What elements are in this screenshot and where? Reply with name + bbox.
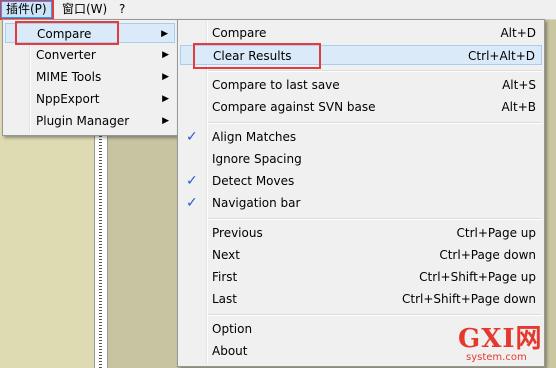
triangle-right-icon: ▶ <box>161 29 168 39</box>
menu-item-label: Compare <box>212 26 267 40</box>
menu-item-shortcut: Ctrl+Shift+Page up <box>419 270 536 284</box>
menu-item-shortcut: Alt+B <box>501 100 536 114</box>
watermark-text: GXI网 <box>458 324 543 354</box>
menu-separator <box>208 218 542 220</box>
compare-item-svn-base[interactable]: Compare against SVN base Alt+B <box>180 97 542 117</box>
menu-plugins[interactable]: 插件(P) <box>0 0 54 20</box>
compare-item-last[interactable]: Last Ctrl+Shift+Page down <box>180 289 542 309</box>
menu-separator <box>208 314 542 316</box>
plugin-item-nppexport[interactable]: NppExport ▶ <box>5 89 175 109</box>
menu-item-label: Navigation bar <box>212 196 301 210</box>
compare-item-first[interactable]: First Ctrl+Shift+Page up <box>180 267 542 287</box>
plugin-item-label: MIME Tools <box>36 70 102 84</box>
checkmark-icon: ✓ <box>186 173 198 189</box>
compare-item-align-matches[interactable]: ✓ Align Matches <box>180 127 542 147</box>
menu-item-label: About <box>212 344 248 358</box>
menu-item-shortcut: Ctrl+Shift+Page down <box>402 292 536 306</box>
triangle-right-icon: ▶ <box>162 116 169 126</box>
plugin-item-label: Converter <box>36 48 96 62</box>
menu-item-shortcut: Ctrl+Alt+D <box>468 49 535 63</box>
triangle-right-icon: ▶ <box>162 94 169 104</box>
menu-item-label: Next <box>212 248 240 262</box>
menu-item-label: Compare to last save <box>212 78 340 92</box>
menu-separator <box>208 70 542 72</box>
menu-help[interactable]: ? <box>115 2 129 17</box>
compare-submenu: Compare Alt+D Clear Results Ctrl+Alt+D C… <box>177 19 545 367</box>
compare-item-navigation-bar[interactable]: ✓ Navigation bar <box>180 193 542 213</box>
compare-item-compare[interactable]: Compare Alt+D <box>180 23 542 43</box>
menu-separator <box>208 122 542 124</box>
watermark-subtext: system.com <box>466 352 527 363</box>
menu-item-shortcut: Ctrl+Page up <box>456 226 537 240</box>
plugins-dropdown: Compare ▶ Converter ▶ MIME Tools ▶ NppEx… <box>2 19 178 136</box>
menu-item-label: First <box>212 270 238 284</box>
menu-item-label: Compare against SVN base <box>212 100 376 114</box>
plugin-item-plugin-manager[interactable]: Plugin Manager ▶ <box>5 111 175 131</box>
plugin-item-label: Plugin Manager <box>36 114 130 128</box>
plugin-item-converter[interactable]: Converter ▶ <box>5 45 175 65</box>
plugin-item-label: Compare <box>37 27 92 41</box>
compare-item-ignore-spacing[interactable]: Ignore Spacing <box>180 149 542 169</box>
menu-item-label: Align Matches <box>212 130 297 144</box>
menu-item-label: Ignore Spacing <box>212 152 302 166</box>
compare-item-clear-results[interactable]: Clear Results Ctrl+Alt+D <box>180 45 542 65</box>
triangle-right-icon: ▶ <box>162 72 169 82</box>
plugin-item-compare[interactable]: Compare ▶ <box>5 23 175 43</box>
plugin-item-label: NppExport <box>36 92 100 106</box>
menu-window[interactable]: 窗口(W) <box>58 2 111 17</box>
menu-item-shortcut: Alt+S <box>502 78 536 92</box>
menu-item-shortcut: Alt+D <box>500 26 536 40</box>
menu-bar: 插件(P) 窗口(W) ? <box>0 0 556 20</box>
checkmark-icon: ✓ <box>186 129 198 145</box>
menu-item-shortcut: Ctrl+Page down <box>439 248 536 262</box>
menu-item-label: Option <box>212 322 253 336</box>
menu-item-label: Previous <box>212 226 263 240</box>
menu-item-label: Clear Results <box>213 49 292 63</box>
plugin-item-mime-tools[interactable]: MIME Tools ▶ <box>5 67 175 87</box>
compare-item-detect-moves[interactable]: ✓ Detect Moves <box>180 171 542 191</box>
menu-item-label: Last <box>212 292 237 306</box>
compare-item-previous[interactable]: Previous Ctrl+Page up <box>180 223 542 243</box>
compare-item-next[interactable]: Next Ctrl+Page down <box>180 245 542 265</box>
watermark-logo: GXI网 system.com <box>452 318 556 368</box>
triangle-right-icon: ▶ <box>162 50 169 60</box>
checkmark-icon: ✓ <box>186 195 198 211</box>
menu-item-label: Detect Moves <box>212 174 295 188</box>
compare-item-last-save[interactable]: Compare to last save Alt+S <box>180 75 542 95</box>
